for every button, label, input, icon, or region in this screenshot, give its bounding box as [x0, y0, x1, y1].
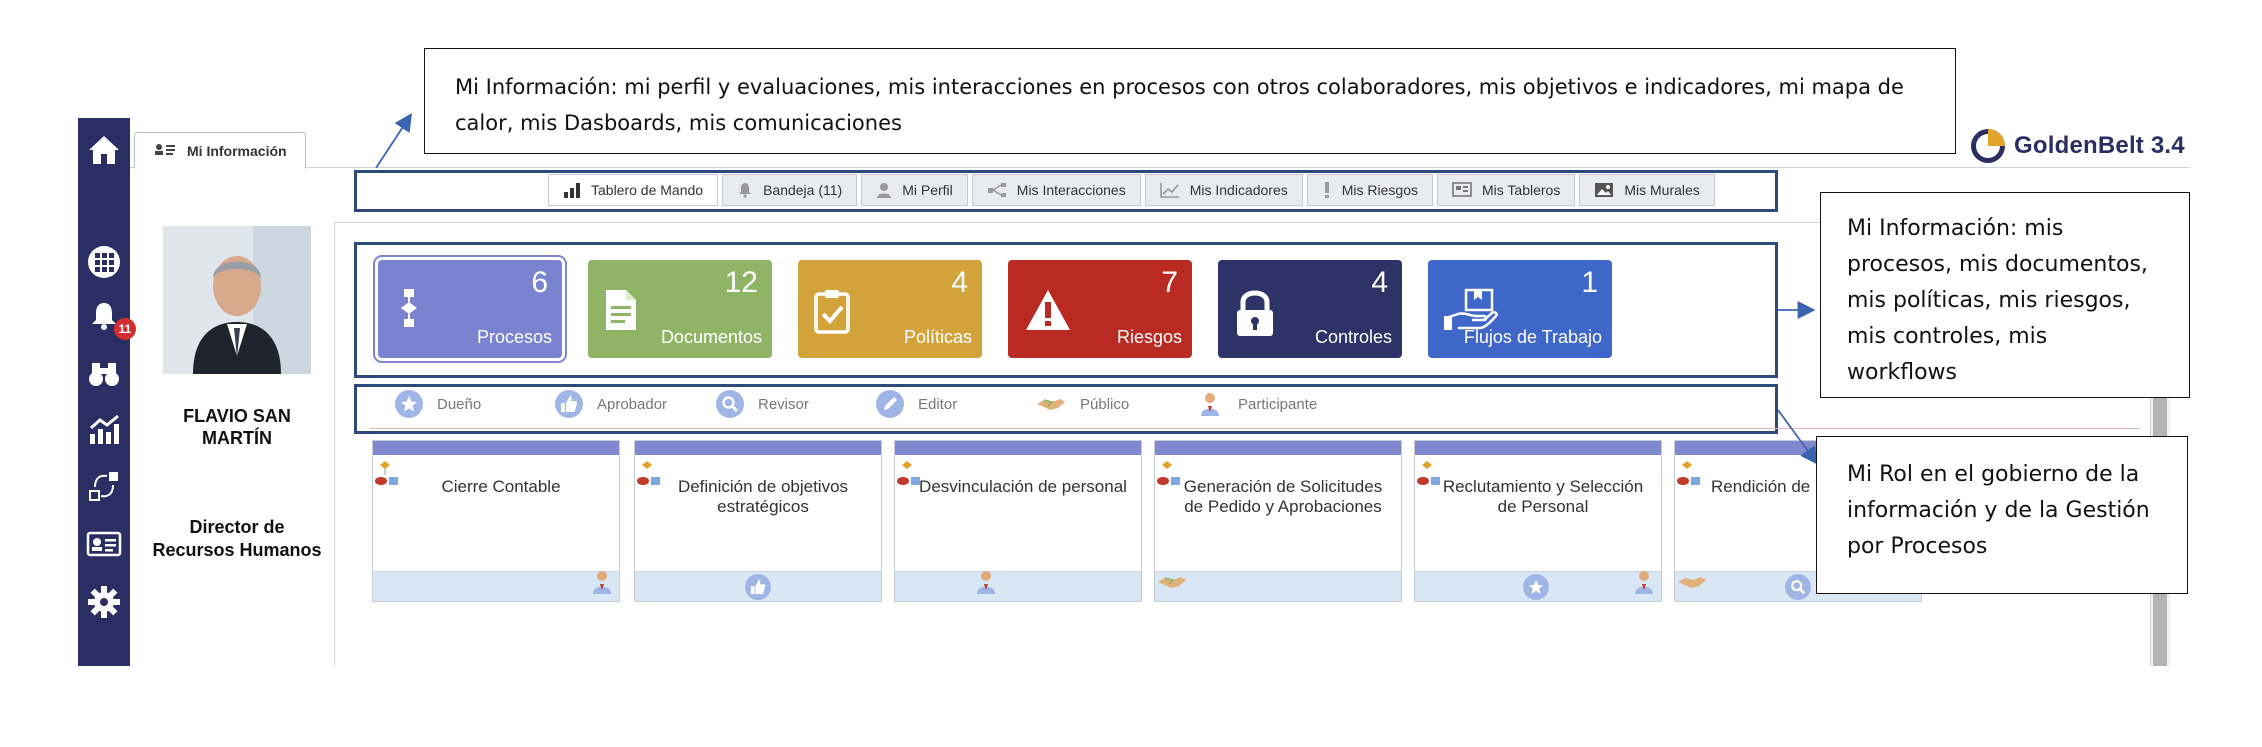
callout-mis-procesos: Mi Información: mis procesos, mis docume… [1820, 192, 2190, 398]
callout-mi-rol: Mi Rol en el gobierno de la información … [1816, 436, 2188, 594]
callout-mi-informacion: Mi Información: mi perfil y evaluaciones… [424, 48, 1956, 154]
